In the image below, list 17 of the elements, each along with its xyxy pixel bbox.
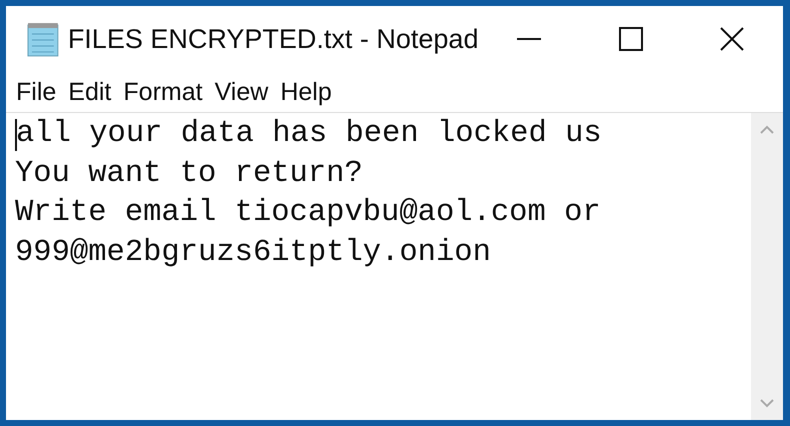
text-cursor [15,118,17,151]
close-icon [720,27,744,51]
menu-item[interactable]: Format [117,78,209,106]
text-line: Write email tiocapvbu@aol.com or [15,195,601,232]
scrollbar[interactable] [751,113,783,420]
menu-item[interactable]: Help [274,78,338,106]
maximize-icon [618,27,643,51]
scroll-down-icon[interactable] [760,398,774,408]
text-line: all your data has been locked us [16,116,602,153]
menu-item[interactable]: File [10,78,62,106]
window-title: FILES ENCRYPTED.txt - Notepad [68,24,478,54]
text-line: 999@me2bgruzs6itptly.onion [15,234,491,272]
minimize-icon [517,38,542,40]
menu-item[interactable]: Edit [62,78,118,106]
text-line: You want to return? [15,156,363,192]
scroll-up-icon[interactable] [760,125,774,135]
menu-item[interactable]: View [208,78,274,106]
